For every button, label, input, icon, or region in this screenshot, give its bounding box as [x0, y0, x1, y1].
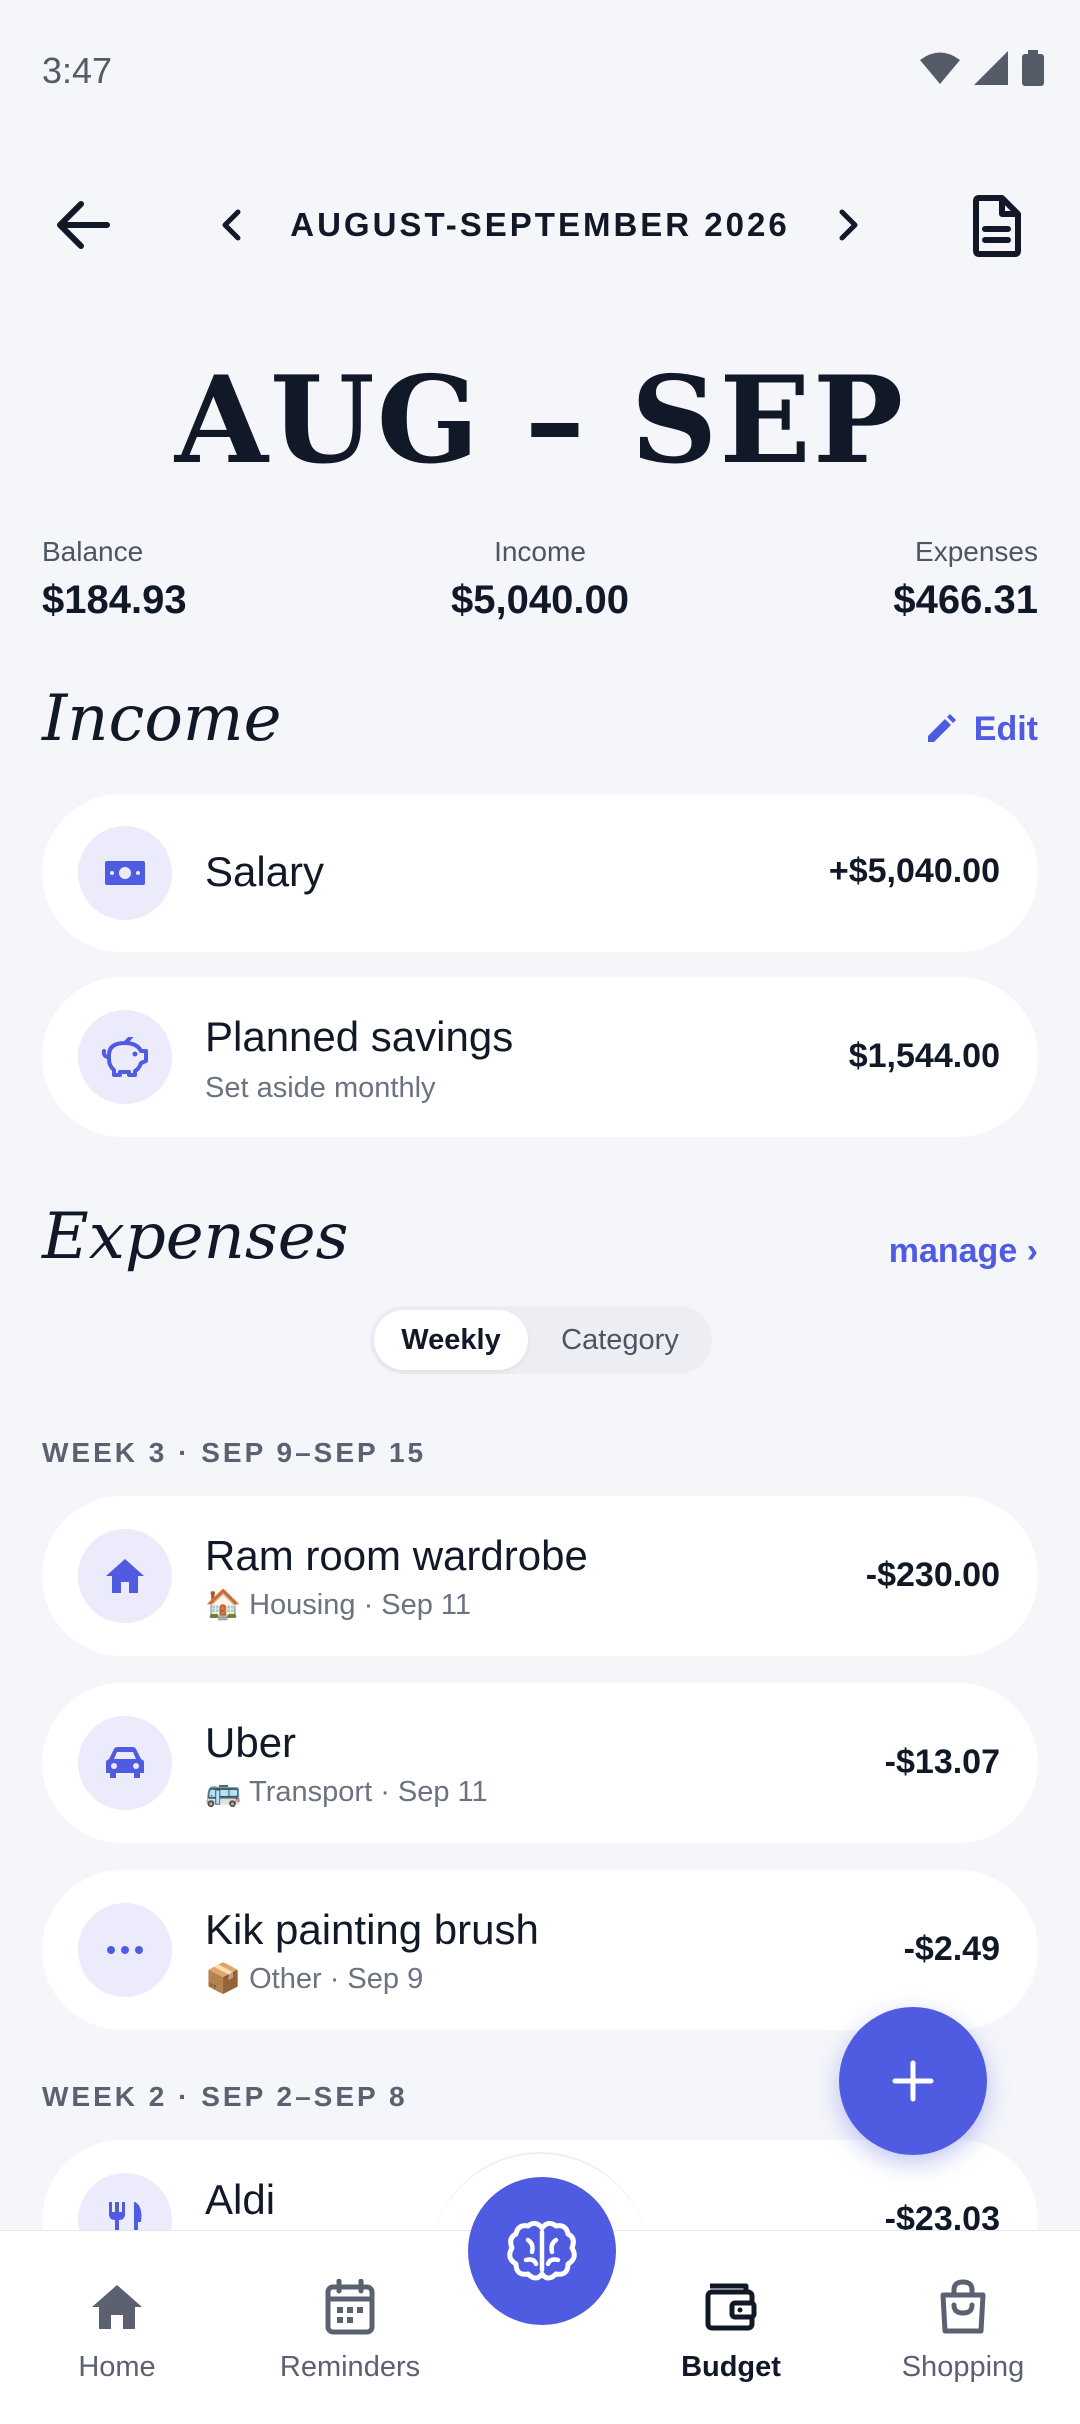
chevron-left-icon: [222, 209, 241, 241]
plus-icon: [892, 2060, 934, 2102]
tab-weekly[interactable]: Weekly: [374, 1310, 528, 1370]
expense-item-title: Ram room wardrobe: [205, 1532, 588, 1579]
week-header: WEEK 3 · SEP 9–SEP 15: [42, 1437, 427, 1468]
brain-icon: [507, 2220, 577, 2281]
income-item-planned-savings[interactable]: Planned savings Set aside monthly $1,544…: [42, 977, 1038, 1137]
nav-item-label: Shopping: [901, 2351, 1025, 2383]
back-button[interactable]: [48, 190, 118, 260]
expense-item-amount: -$2.49: [903, 1930, 1000, 1968]
income-section-title: Income: [42, 682, 282, 756]
edit-label: Edit: [973, 710, 1038, 748]
nav-item-budget[interactable]: Budget: [631, 2277, 831, 2384]
arrow-left-icon: [57, 201, 110, 249]
expenses-value: $466.31: [893, 578, 1038, 622]
shopping-bag-icon: [940, 2279, 986, 2334]
expense-item-amount: -$13.07: [884, 1743, 1000, 1781]
edit-income-button[interactable]: Edit: [924, 710, 1038, 749]
expense-item-meta: 📦 Other · Sep 9: [205, 1962, 423, 1996]
status-time: 3:47: [42, 50, 113, 91]
expense-item-meta-text: Housing · Sep 11: [249, 1588, 472, 1621]
document-icon: [973, 195, 1021, 257]
status-bar: 3:47: [0, 0, 1080, 140]
expenses-view-toggle: Weekly Category: [370, 1306, 712, 1374]
income-item-amount: +$5,040.00: [828, 852, 1000, 890]
home-icon: [106, 1559, 144, 1593]
tab-category[interactable]: Category: [534, 1310, 706, 1370]
nav-item-label: Home: [78, 2351, 156, 2383]
expense-item-title: Uber: [205, 1719, 297, 1766]
wallet-icon: [705, 2283, 757, 2331]
expenses-section-title: Expenses: [42, 1200, 349, 1274]
manage-expenses-link[interactable]: manage ›: [889, 1232, 1038, 1271]
category-emoji: 🏠: [205, 1589, 242, 1621]
summary-row: Balance $184.93 Income $5,040.00 Expense…: [42, 536, 1038, 636]
period-switcher: AUGUST-SEPTEMBER 2026: [0, 180, 1080, 270]
nav-item-label: Reminders: [279, 2351, 421, 2383]
expense-item[interactable]: Ram room wardrobe 🏠 Housing · Sep 11 -$2…: [42, 1496, 1038, 1656]
income-item-title: Planned savings: [205, 1013, 514, 1060]
wifi-icon: [920, 52, 960, 84]
battery-icon: [1022, 50, 1044, 86]
expense-item-amount: -$230.00: [865, 1556, 1000, 1594]
calendar-icon: [325, 2279, 375, 2335]
piggy-bank-icon: [101, 1037, 148, 1077]
income-item-icon: [78, 1010, 172, 1104]
expense-item-icon: [78, 1529, 172, 1623]
car-icon: [106, 1747, 144, 1778]
expenses-label: Expenses: [915, 536, 1038, 567]
expenses-summary: Expenses $466.31: [893, 536, 1038, 623]
expense-item-icon: [78, 1903, 172, 1997]
income-item-icon: [78, 826, 172, 920]
expense-item-meta-text: Transport · Sep 11: [249, 1775, 488, 1808]
more-icon: [107, 1946, 143, 1954]
report-button[interactable]: [962, 188, 1032, 264]
expense-item-meta-text: Other · Sep 9: [249, 1962, 424, 1995]
nav-item-shopping[interactable]: Shopping: [863, 2277, 1063, 2384]
expense-item[interactable]: Uber 🚌 Transport · Sep 11 -$13.07: [42, 1683, 1038, 1843]
income-item-title: Salary: [205, 848, 325, 895]
period-label: AUGUST-SEPTEMBER 2026: [290, 206, 790, 243]
chevron-right-icon: [839, 209, 858, 241]
nav-item-reminders[interactable]: Reminders: [250, 2277, 450, 2384]
status-icons: [920, 50, 1044, 86]
income-item-amount: $1,544.00: [848, 1037, 1000, 1075]
page-title: AUG – SEP: [174, 350, 906, 491]
top-nav: AUGUST-SEPTEMBER 2026: [0, 180, 1080, 270]
income-value: $5,040.00: [451, 578, 629, 622]
home-icon: [92, 2285, 142, 2329]
category-emoji: 📦: [205, 1963, 242, 1995]
income-label: Income: [494, 536, 586, 567]
category-emoji: 🚌: [205, 1776, 242, 1808]
income-summary: Income $5,040.00: [42, 536, 1038, 623]
expense-item-title: Kik painting brush: [205, 1906, 539, 1953]
signal-icon: [974, 51, 1008, 85]
nav-item-home[interactable]: Home: [17, 2277, 217, 2384]
nav-item-label: Budget: [681, 2351, 781, 2383]
week-header: WEEK 2 · SEP 2–SEP 8: [42, 2081, 408, 2112]
income-item-subtitle: Set aside monthly: [205, 1072, 436, 1104]
banknote-icon: [105, 861, 145, 885]
expense-item-meta: 🚌 Transport · Sep 11: [205, 1775, 488, 1809]
pencil-icon: [927, 713, 956, 742]
ai-assistant-button[interactable]: [468, 2177, 616, 2325]
add-expense-button[interactable]: [839, 2007, 987, 2155]
expense-item-icon: [78, 1716, 172, 1810]
expense-item-title: Aldi: [205, 2176, 276, 2223]
expense-item[interactable]: Kik painting brush 📦 Other · Sep 9 -$2.4…: [42, 1870, 1038, 2030]
next-period-button[interactable]: [824, 195, 874, 255]
expense-item-meta: 🏠 Housing · Sep 11: [205, 1588, 471, 1622]
income-item-salary[interactable]: Salary +$5,040.00: [42, 794, 1038, 952]
previous-period-button[interactable]: [206, 195, 256, 255]
